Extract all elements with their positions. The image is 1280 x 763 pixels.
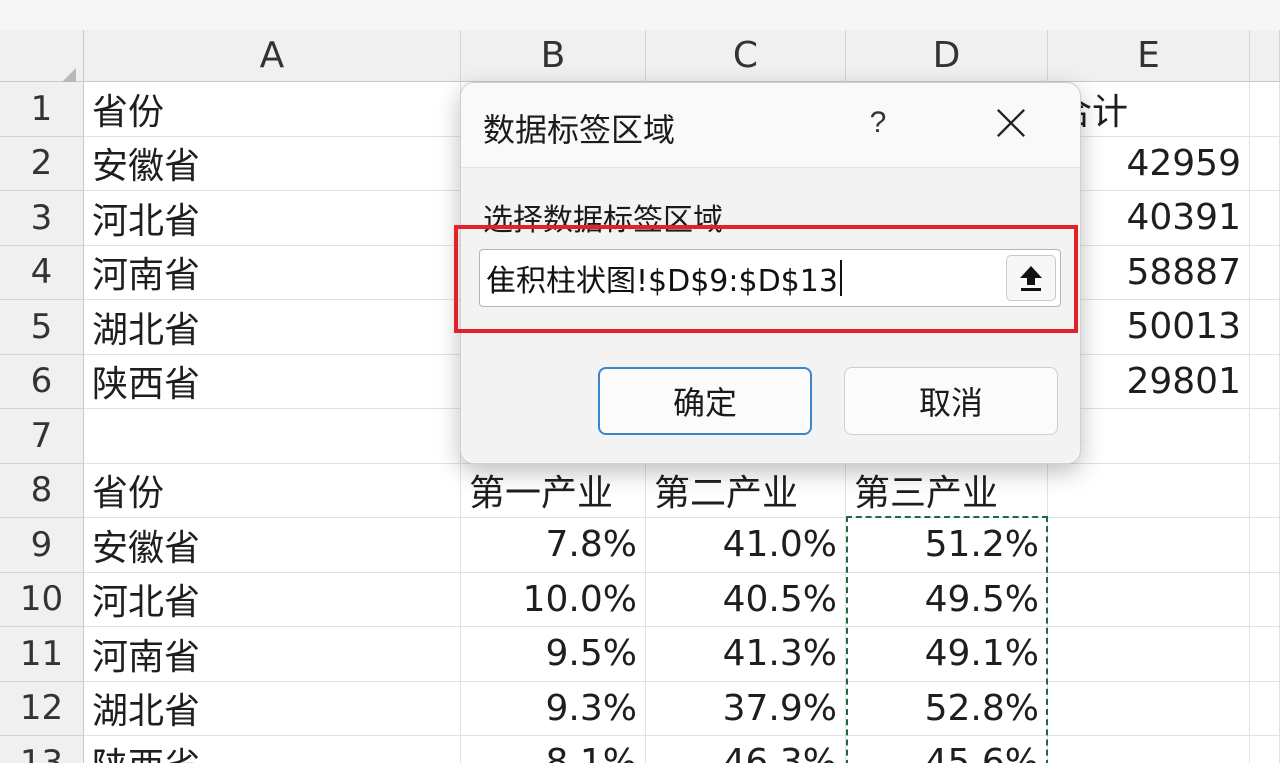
cell-a1[interactable]: 省份	[84, 82, 461, 137]
row-header[interactable]: 13	[0, 736, 84, 763]
cell-a13[interactable]: 陕西省	[84, 736, 461, 763]
cell-a7[interactable]	[84, 409, 461, 464]
cell-c9[interactable]: 41.0%	[646, 518, 846, 573]
row-header[interactable]: 12	[0, 681, 84, 736]
cell-d13[interactable]: 45.6%	[846, 736, 1048, 763]
select-all-corner[interactable]	[0, 30, 84, 106]
cell-filler	[1250, 82, 1280, 137]
column-header-e[interactable]: E	[1048, 30, 1250, 82]
cell-filler	[1250, 191, 1280, 246]
cell-a4[interactable]: 河南省	[84, 245, 461, 300]
cell-a2[interactable]: 安徽省	[84, 136, 461, 191]
row-header[interactable]: 11	[0, 627, 84, 682]
column-header-c[interactable]: C	[646, 30, 846, 82]
cell-filler	[1250, 736, 1280, 763]
cell-c13[interactable]: 46.3%	[646, 736, 846, 763]
cell-e8[interactable]	[1048, 463, 1250, 518]
cell-e10[interactable]	[1048, 572, 1250, 627]
cell-a8[interactable]: 省份	[84, 463, 461, 518]
cell-filler	[1250, 518, 1280, 573]
cell-filler	[1250, 136, 1280, 191]
cell-d10[interactable]: 49.5%	[846, 572, 1048, 627]
row-header[interactable]: 1	[0, 82, 84, 137]
cell-filler	[1250, 572, 1280, 627]
close-button[interactable]	[989, 101, 1033, 145]
row-header[interactable]: 7	[0, 409, 84, 464]
cell-filler	[1250, 627, 1280, 682]
dialog-title: 数据标签区域	[483, 111, 676, 149]
cell-e12[interactable]	[1048, 681, 1250, 736]
cell-b13[interactable]: 8.1%	[461, 736, 646, 763]
cell-d8[interactable]: 第三产业	[846, 463, 1048, 518]
cell-a9[interactable]: 安徽省	[84, 518, 461, 573]
cell-c10[interactable]: 40.5%	[646, 572, 846, 627]
ok-button[interactable]: 确定	[598, 367, 812, 435]
cell-a12[interactable]: 湖北省	[84, 681, 461, 736]
cell-filler	[1250, 681, 1280, 736]
row-header[interactable]: 3	[0, 191, 84, 246]
cell-b8[interactable]: 第一产业	[461, 463, 646, 518]
cell-filler	[1250, 409, 1280, 464]
cell-d9[interactable]: 51.2%	[846, 518, 1048, 573]
row-header[interactable]: 5	[0, 300, 84, 355]
cell-filler	[1250, 354, 1280, 409]
cell-a6[interactable]: 陕西省	[84, 354, 461, 409]
cell-e11[interactable]	[1048, 627, 1250, 682]
ribbon-strip	[0, 0, 1280, 31]
cell-c11[interactable]: 41.3%	[646, 627, 846, 682]
cell-e13[interactable]	[1048, 736, 1250, 763]
row-header[interactable]: 9	[0, 518, 84, 573]
cancel-button[interactable]: 取消	[844, 367, 1058, 435]
cell-d12[interactable]: 52.8%	[846, 681, 1048, 736]
cell-d11[interactable]: 49.1%	[846, 627, 1048, 682]
column-header-b[interactable]: B	[461, 30, 646, 82]
cell-b9[interactable]: 7.8%	[461, 518, 646, 573]
close-icon	[996, 108, 1026, 138]
row-header[interactable]: 2	[0, 136, 84, 191]
row-header[interactable]: 8	[0, 463, 84, 518]
cell-a11[interactable]: 河南省	[84, 627, 461, 682]
cell-b10[interactable]: 10.0%	[461, 572, 646, 627]
annotation-highlight-box	[454, 225, 1078, 333]
column-header-filler	[1250, 30, 1280, 82]
help-button[interactable]: ?	[863, 103, 893, 143]
cell-a5[interactable]: 湖北省	[84, 300, 461, 355]
cell-e9[interactable]	[1048, 518, 1250, 573]
cell-a3[interactable]: 河北省	[84, 191, 461, 246]
column-header-a[interactable]: A	[84, 30, 461, 82]
row-header[interactable]: 10	[0, 572, 84, 627]
cell-filler	[1250, 245, 1280, 300]
cell-filler	[1250, 463, 1280, 518]
cell-b12[interactable]: 9.3%	[461, 681, 646, 736]
cell-b11[interactable]: 9.5%	[461, 627, 646, 682]
cell-filler	[1250, 300, 1280, 355]
cell-c12[interactable]: 37.9%	[646, 681, 846, 736]
row-header[interactable]: 6	[0, 354, 84, 409]
data-label-range-dialog: 数据标签区域 ? 选择数据标签区域 隹积柱状图!$D$9:$D$13 确定 取消	[454, 82, 1081, 464]
row-header[interactable]: 4	[0, 245, 84, 300]
column-header-d[interactable]: D	[846, 30, 1048, 82]
cell-a10[interactable]: 河北省	[84, 572, 461, 627]
cell-c8[interactable]: 第二产业	[646, 463, 846, 518]
